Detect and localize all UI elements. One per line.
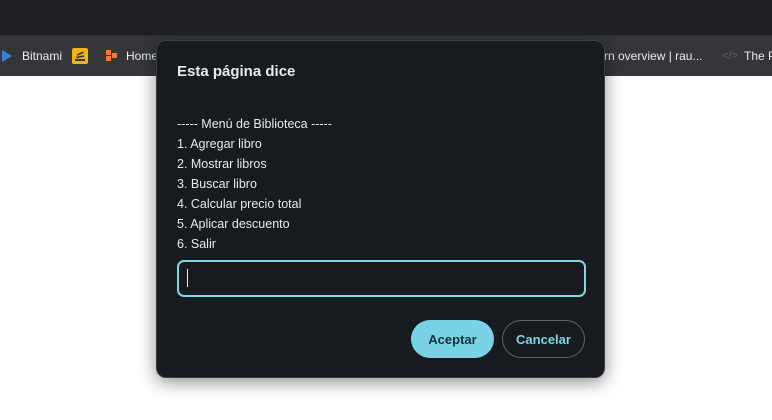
bookmark-overview[interactable]: rn overview | rau... xyxy=(604,36,702,76)
bitnami-icon xyxy=(0,48,16,64)
stack-overflow-icon xyxy=(72,48,88,64)
bookmark-code[interactable]: </> The P xyxy=(722,36,772,76)
menu-line: 5. Aplicar descuento xyxy=(177,217,290,231)
bookmark-label: Bitnami xyxy=(22,49,63,63)
prompt-input[interactable] xyxy=(177,260,586,297)
accept-button[interactable]: Aceptar xyxy=(411,320,494,358)
code-icon: </> xyxy=(722,50,738,62)
bookmark-label: Home xyxy=(126,49,159,63)
menu-line: 2. Mostrar libros xyxy=(177,157,267,171)
home-bookmark-icon xyxy=(104,48,120,64)
bookmark-bitnami[interactable]: Bitnami xyxy=(0,36,62,76)
bookmark-label: rn overview | rau... xyxy=(604,49,703,63)
browser-tab-strip xyxy=(0,0,772,36)
dialog-title: Esta página dice xyxy=(177,63,296,80)
bookmark-home[interactable]: Home xyxy=(104,36,158,76)
cancel-button[interactable]: Cancelar xyxy=(502,320,585,358)
text-caret xyxy=(187,269,188,287)
menu-line: ----- Menú de Biblioteca ----- xyxy=(177,117,332,131)
menu-line: 4. Calcular precio total xyxy=(177,197,302,211)
dialog-message: ----- Menú de Biblioteca ----- 1. Agrega… xyxy=(177,114,332,254)
bookmark-stackoverflow[interactable] xyxy=(72,36,88,76)
menu-line: 6. Salir xyxy=(177,237,216,251)
prompt-dialog: Esta página dice ----- Menú de Bibliotec… xyxy=(156,40,605,378)
menu-line: 3. Buscar libro xyxy=(177,177,257,191)
bookmark-label: The P xyxy=(744,49,772,63)
menu-line: 1. Agregar libro xyxy=(177,137,262,151)
